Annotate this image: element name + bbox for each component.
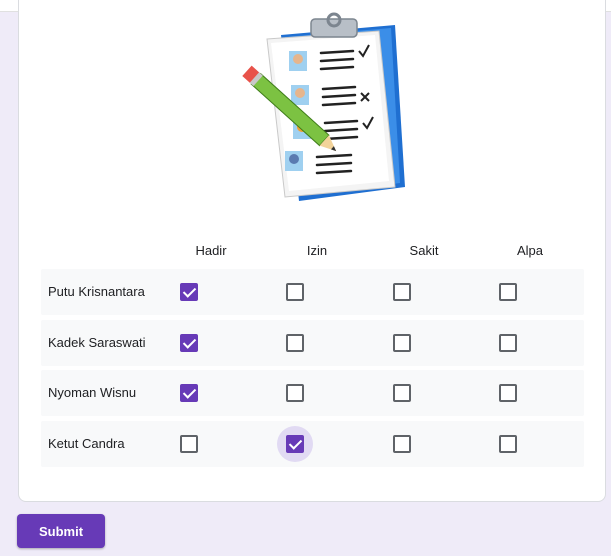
checkbox-izin[interactable]: [286, 334, 304, 352]
submit-button[interactable]: Submit: [17, 514, 105, 548]
checkbox-cell: [485, 320, 531, 366]
checkbox-sakit[interactable]: [393, 384, 411, 402]
checkbox-alpa[interactable]: [499, 384, 517, 402]
checkbox-cell: [272, 269, 318, 315]
checkbox-cell: [272, 320, 318, 366]
checkbox-cell: [166, 269, 212, 315]
table-row: Nyoman Wisnu: [41, 370, 584, 416]
table-row: Putu Krisnantara: [41, 269, 584, 315]
row-label: Ketut Candra: [48, 436, 125, 451]
checkbox-alpa[interactable]: [499, 334, 517, 352]
checkbox-sakit[interactable]: [393, 334, 411, 352]
row-label: Kadek Saraswati: [48, 335, 146, 350]
checkbox-cell: [379, 421, 425, 467]
checkbox-cell: [379, 370, 425, 416]
checkbox-cell: [166, 370, 212, 416]
checkbox-hadir[interactable]: [180, 334, 198, 352]
column-header-sakit: Sakit: [409, 243, 439, 258]
checkbox-sakit[interactable]: [393, 435, 411, 453]
checkbox-cell: [272, 370, 318, 416]
checkbox-izin[interactable]: [286, 435, 304, 453]
checkbox-alpa[interactable]: [499, 435, 517, 453]
checkbox-cell: [485, 269, 531, 315]
checkbox-cell: [379, 269, 425, 315]
checkbox-sakit[interactable]: [393, 283, 411, 301]
checkbox-cell: [485, 421, 531, 467]
checkbox-cell: [166, 320, 212, 366]
checkbox-cell: [485, 370, 531, 416]
form-card: Hadir Izin Sakit Alpa Putu Krisnantara Ka…: [18, 0, 606, 502]
column-header-hadir: Hadir: [195, 243, 227, 258]
checkbox-izin[interactable]: [286, 384, 304, 402]
checkbox-cell: [272, 421, 318, 467]
checkbox-hadir[interactable]: [180, 435, 198, 453]
checkbox-cell: [166, 421, 212, 467]
row-label: Nyoman Wisnu: [48, 385, 137, 400]
checkbox-hadir[interactable]: [180, 384, 198, 402]
checkbox-izin[interactable]: [286, 283, 304, 301]
column-header-izin: Izin: [306, 243, 328, 258]
checkbox-hadir[interactable]: [180, 283, 198, 301]
column-header-alpa: Alpa: [516, 243, 544, 258]
row-label: Putu Krisnantara: [48, 284, 145, 299]
clipboard-attendance-checklist-icon: [242, 12, 405, 201]
checkbox-alpa[interactable]: [499, 283, 517, 301]
checkbox-cell: [379, 320, 425, 366]
table-row: Ketut Candra: [41, 421, 584, 467]
table-row: Kadek Saraswati: [41, 320, 584, 366]
